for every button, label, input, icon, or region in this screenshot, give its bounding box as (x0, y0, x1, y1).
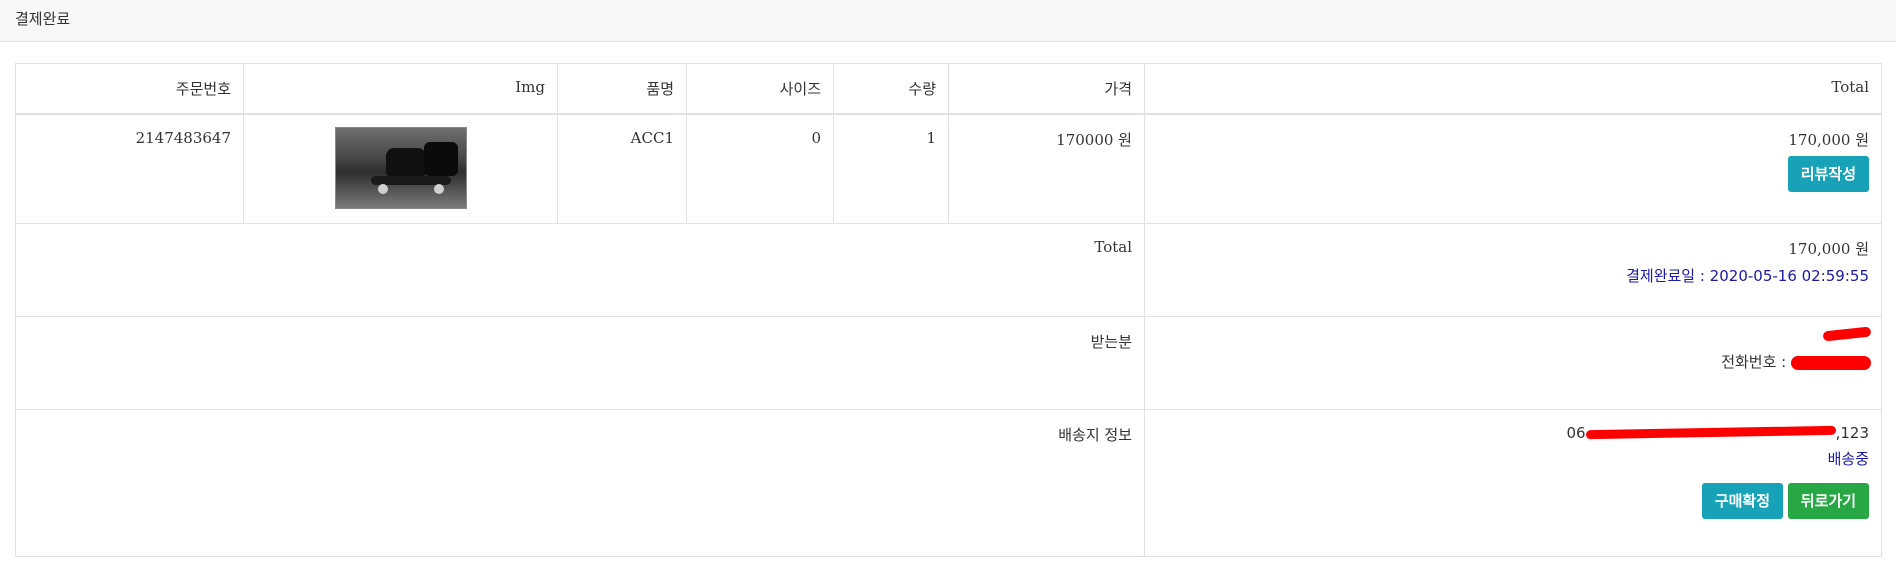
address-suffix: ,123 (1835, 424, 1869, 442)
recipient-cell: 전화번호 : (1144, 316, 1882, 410)
item-total-cell: 170,000 원 리뷰작성 (1144, 113, 1882, 224)
table-row: 2147483647 ACC1 0 1 170000 원 170,000 원 리… (15, 113, 1882, 224)
col-size: 사이즈 (686, 63, 834, 115)
item-total: 170,000 원 (1788, 131, 1869, 149)
write-review-button[interactable]: 리뷰작성 (1787, 156, 1869, 192)
phone-label: 전화번호 : (1721, 353, 1791, 371)
table-row: Total 170,000 원 결제완료일 : 2020-05-16 02:59… (15, 223, 1882, 317)
shipping-status: 배송중 (1827, 450, 1869, 468)
recipient-name-redacted (1157, 326, 1872, 347)
order-number: 2147483647 (15, 113, 244, 224)
recipient-label: 받는분 (15, 316, 1145, 410)
shoe-shape (385, 148, 426, 176)
shipping-actions: 구매확정 뒤로가기 (1157, 483, 1869, 519)
col-qty: 수량 (833, 63, 949, 115)
product-image-cell (243, 113, 558, 224)
shipping-cell: 06 ,123 배송중 구매확정 뒤로가기 (1144, 409, 1882, 557)
col-price: 가격 (948, 63, 1145, 115)
summary-label: Total (15, 223, 1145, 317)
product-size: 0 (686, 113, 834, 224)
order-detail: 주문번호 Img 품명 사이즈 수량 가격 Total 2147483647 A… (15, 63, 1882, 557)
redaction-stroke (1822, 326, 1872, 342)
col-order-no: 주문번호 (15, 63, 244, 115)
order-table: 주문번호 Img 품명 사이즈 수량 가격 Total 2147483647 A… (15, 63, 1882, 557)
redaction-stroke (1585, 425, 1836, 439)
shipping-address: 06 ,123 (1157, 424, 1870, 442)
page-header: 결제완료 (0, 0, 1896, 42)
redaction-mark (1822, 326, 1872, 343)
page-title: 결제완료 (15, 10, 71, 28)
wheel-shape (377, 184, 388, 194)
product-price: 170000 원 (948, 113, 1145, 224)
redaction-mark (1585, 425, 1836, 440)
address-prefix: 06 (1566, 424, 1586, 442)
product-qty: 1 (833, 113, 949, 224)
shipping-label: 배송지 정보 (15, 409, 1145, 557)
recipient-phone: 전화번호 : (1157, 351, 1871, 372)
back-button[interactable]: 뒤로가기 (1787, 483, 1869, 519)
redaction-stroke (1791, 355, 1871, 370)
table-row: 배송지 정보 06 ,123 배송중 구매확정 뒤로가기 (15, 409, 1882, 557)
product-image[interactable] (334, 127, 467, 209)
summary-total: 170,000 원 (1788, 240, 1869, 258)
col-img: Img (243, 63, 558, 115)
table-header-row: 주문번호 Img 품명 사이즈 수량 가격 Total (15, 63, 1882, 115)
confirm-purchase-button[interactable]: 구매확정 (1701, 483, 1784, 519)
wheel-shape (433, 184, 444, 194)
col-total: Total (1144, 63, 1882, 115)
table-row: 받는분 전화번호 : (15, 316, 1882, 410)
summary-cell: 170,000 원 결제완료일 : 2020-05-16 02:59:55 (1144, 223, 1882, 317)
paid-date: 결제완료일 : 2020-05-16 02:59:55 (1626, 267, 1869, 285)
col-name: 품명 (557, 63, 687, 115)
redaction-mark (1791, 355, 1871, 370)
product-name: ACC1 (557, 113, 687, 224)
shoe-shape (423, 142, 458, 176)
